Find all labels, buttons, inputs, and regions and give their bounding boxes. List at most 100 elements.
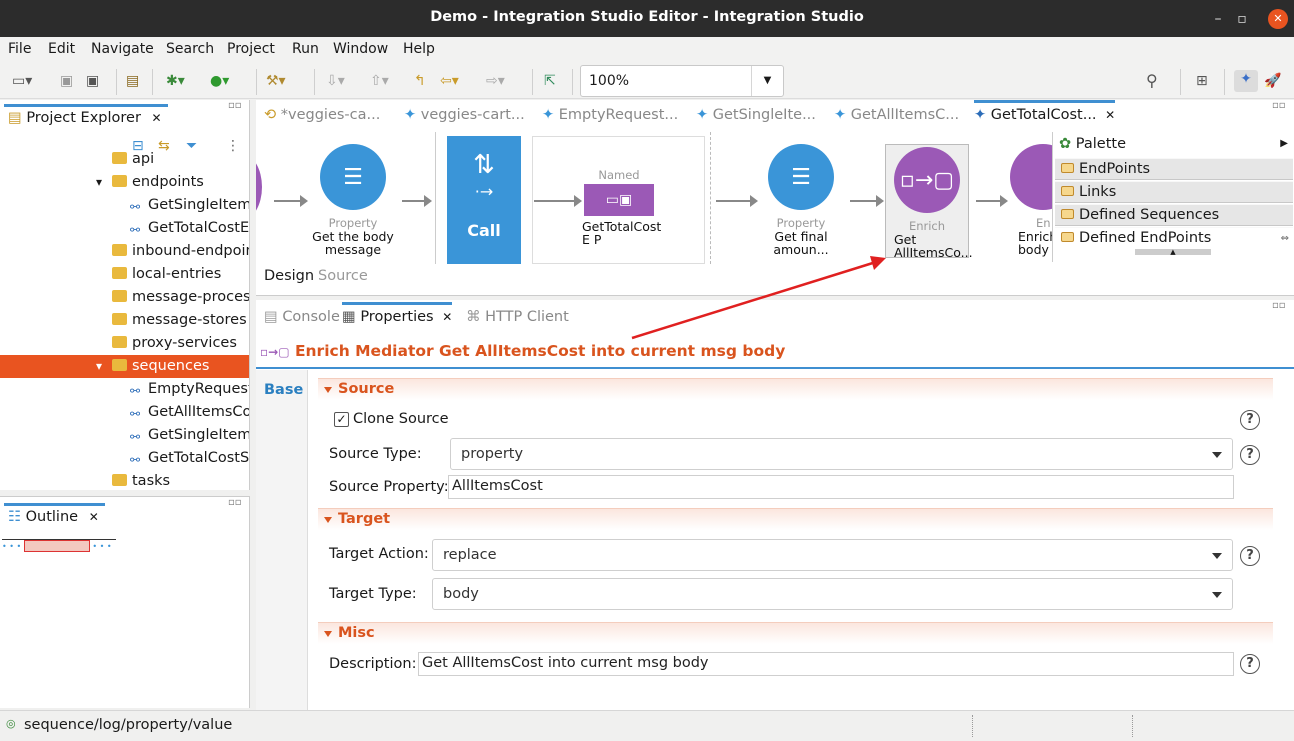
palette-drawer-defined-sequences[interactable]: Defined Sequences [1055,204,1293,226]
menu-window[interactable]: Window [333,41,388,57]
palette-drawer-endpoints[interactable]: EndPoints [1055,158,1293,180]
tree-item-label: api [132,151,155,167]
project-explorer-tab[interactable]: ▤ Project Explorer ✕ [4,104,168,130]
menu-run[interactable]: Run [292,41,319,57]
editor-tab-get-single-item[interactable]: ✦ GetSingleIte... [696,100,816,130]
named-endpoint-icon: ▭▣ [584,184,654,216]
new-icon[interactable]: ▭▾ [12,72,32,90]
outline-tab[interactable]: ☷ Outline ✕ [4,503,105,529]
menu-project[interactable]: Project [227,41,275,57]
save-all-icon[interactable]: ▣ [86,72,99,90]
description-input[interactable]: Get AllItemsCost into current msg body [418,652,1234,676]
tree-folder-sequences[interactable]: ▾ sequences [0,355,249,378]
run-icon[interactable]: ●▾ [210,72,229,90]
debug-icon[interactable]: ✱▾ [166,72,185,90]
tree-item-label: GetTotalCostSe [148,450,250,466]
help-icon[interactable]: ? [1240,654,1260,674]
open-perspective-icon[interactable]: ⇱ [544,72,556,90]
outline-panel: ☷ Outline ✕ ▫▫ • • • • • • [0,496,250,708]
help-icon[interactable]: ? [1240,410,1260,430]
source-section-header[interactable]: Source [318,378,1273,400]
palette-expand-icon[interactable]: ▶ [1280,138,1288,149]
tree-item-label: GetSingleItemE [148,197,250,213]
menu-navigate[interactable]: Navigate [91,41,154,57]
menu-file[interactable]: File [8,41,31,57]
view-menu-icon[interactable]: ⋮ [226,138,240,154]
minimize-view-icon[interactable]: ▫▫ [1272,100,1286,111]
status-bar: ◎ sequence/log/property/value [0,710,1294,741]
outline-thumbnail[interactable]: • • • • • • [2,539,116,553]
palette-drawer-defined-endpoints[interactable]: Defined EndPoints ⇔ [1055,227,1293,249]
integration-perspective-icon[interactable]: ✦ [1234,70,1258,92]
zoom-combo[interactable]: 100% ▼ [580,65,784,97]
next-annotation-icon[interactable]: ⇩▾ [326,72,345,90]
source-property-input[interactable]: AllItemsCost [448,475,1234,499]
design-tab[interactable]: Design [264,268,314,284]
editor-tab-veggies-cart-modified[interactable]: ⟲ *veggies-ca... [264,100,380,130]
rocket-icon[interactable]: 🚀 [1264,72,1281,90]
save-icon[interactable]: ▣ [60,72,73,90]
mediation-canvas[interactable]: ☰ Property Get the body message ⇅ ·→ Cal… [256,132,1052,264]
mediator-label: Call [467,221,501,240]
close-icon[interactable]: ✕ [152,111,162,125]
menu-edit[interactable]: Edit [48,41,75,57]
misc-section-header[interactable]: Misc [318,622,1273,644]
editor-tab-get-total-cost[interactable]: ✦ GetTotalCost... ✕ [974,100,1116,130]
minimize-view-icon[interactable]: ▫▫ [228,497,242,508]
open-perspective-icon-2[interactable]: ⊞ [1196,72,1208,90]
mediator-enrich-body[interactable]: En Enrich body [1010,144,1052,256]
chevron-down-icon[interactable]: ▼ [751,66,783,96]
palette-scrollbar[interactable]: ▲ [1135,249,1211,256]
target-type-select[interactable]: body [432,578,1233,610]
menu-search[interactable]: Search [166,41,214,57]
minimize-view-icon[interactable]: ▫▫ [1272,300,1286,311]
mediator-property-get-body[interactable]: ☰ Property Get the body message [308,144,398,256]
previous-mediator-partial[interactable] [256,154,262,220]
expand-toggle-icon[interactable]: ▾ [96,171,102,194]
annotation-arrow [631,256,886,340]
editor-tab-get-all-items[interactable]: ✦ GetAllItemsC... [834,100,959,130]
folder-icon: ▤ [8,110,22,126]
target-action-select[interactable]: replace [432,539,1233,571]
property-mediator-icon: ☰ [768,144,834,210]
minimize-view-icon[interactable]: ▫▫ [228,100,242,111]
close-icon[interactable]: ✕ [89,510,99,524]
search-icon[interactable]: ⚲ [1146,72,1158,90]
help-icon[interactable]: ? [1240,546,1260,566]
menu-help[interactable]: Help [403,41,435,57]
forward-icon[interactable]: ⇨▾ [486,72,505,90]
close-icon[interactable]: ✕ [1268,9,1288,29]
filter-icon[interactable]: ⏷ [186,138,197,154]
expand-toggle-icon[interactable]: ▾ [96,355,102,378]
base-tab[interactable]: Base [256,370,308,710]
console-tab[interactable]: ▤ Console [264,302,340,332]
back-icon[interactable]: ⇦▾ [440,72,459,90]
mediator-type: En [1036,216,1051,230]
palette-drawer-links[interactable]: Links [1055,181,1293,203]
help-icon[interactable]: ? [1240,445,1260,465]
source-tab[interactable]: Source [318,268,368,284]
palette-header[interactable]: ✿ Palette [1059,136,1126,152]
status-icon: ◎ [6,717,16,730]
link-editor-icon[interactable]: ⇆ [158,138,170,154]
clone-source-checkbox[interactable]: ✓ [334,412,349,427]
prev-annotation-icon[interactable]: ⇧▾ [370,72,389,90]
mediator-property-get-final-amount[interactable]: ☰ Property Get final amoun... [756,144,846,256]
target-section-header[interactable]: Target [318,508,1273,530]
source-type-select[interactable]: property [450,438,1233,470]
tree-item-label: endpoints [132,174,204,190]
folder-icon [112,359,127,371]
editor-tab-veggies-cart[interactable]: ✦ veggies-cart... [404,100,525,130]
editor-tab-empty-request[interactable]: ✦ EmptyRequest... [542,100,678,130]
mediator-call[interactable]: ⇅ ·→ Call [447,136,521,264]
mediator-named-endpoint[interactable]: Named ▭▣ GetTotalCostE P [582,168,661,246]
wand-icon[interactable]: ⚒▾ [266,72,286,90]
maximize-icon[interactable]: ▫ [1232,9,1252,29]
close-icon: ✕ [442,310,453,324]
http-client-tab[interactable]: ⌘ HTTP Client [466,302,569,332]
properties-tab[interactable]: ▦ Properties ✕ [342,302,453,332]
last-edit-icon[interactable]: ↰ [414,72,426,90]
build-icon[interactable]: ▤ [126,72,139,90]
minimize-icon[interactable]: – [1208,9,1228,29]
mediator-enrich-selected[interactable]: ▫→▢ Enrich Get AllItemsCo... [885,144,973,259]
